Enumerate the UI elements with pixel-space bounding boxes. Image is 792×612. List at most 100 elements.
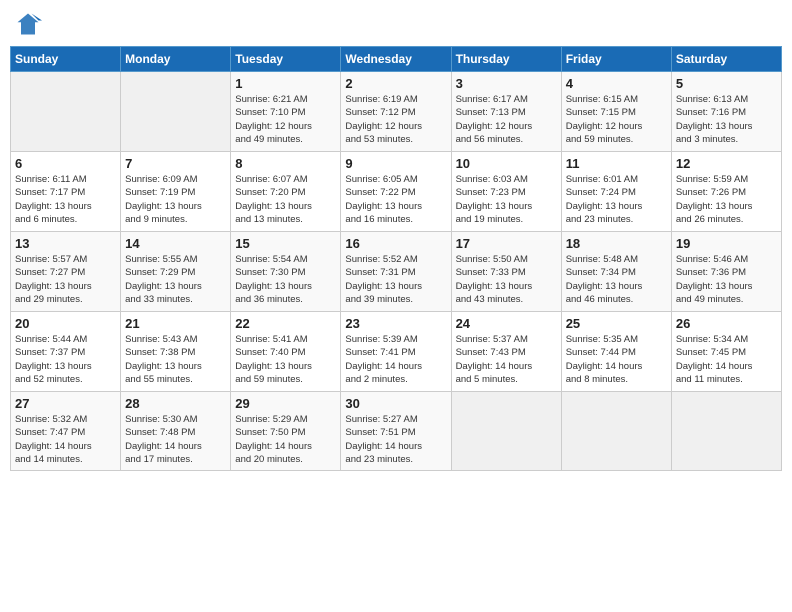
day-info: Sunrise: 6:19 AM Sunset: 7:12 PM Dayligh…: [345, 93, 446, 146]
day-info: Sunrise: 5:54 AM Sunset: 7:30 PM Dayligh…: [235, 253, 336, 306]
day-number: 24: [456, 316, 557, 331]
calendar-header-row: SundayMondayTuesdayWednesdayThursdayFrid…: [11, 47, 782, 72]
header-thursday: Thursday: [451, 47, 561, 72]
calendar-cell: 1 Sunrise: 6:21 AM Sunset: 7:10 PM Daylig…: [231, 72, 341, 152]
calendar-cell: 11Sunrise: 6:01 AM Sunset: 7:24 PM Dayli…: [561, 152, 671, 232]
calendar-cell: 18Sunrise: 5:48 AM Sunset: 7:34 PM Dayli…: [561, 232, 671, 312]
calendar-cell: 7 Sunrise: 6:09 AM Sunset: 7:19 PM Daylig…: [121, 152, 231, 232]
day-number: 1: [235, 76, 336, 91]
day-number: 22: [235, 316, 336, 331]
calendar-cell: 8 Sunrise: 6:07 AM Sunset: 7:20 PM Daylig…: [231, 152, 341, 232]
calendar-cell: 12Sunrise: 5:59 AM Sunset: 7:26 PM Dayli…: [671, 152, 781, 232]
day-info: Sunrise: 6:13 AM Sunset: 7:16 PM Dayligh…: [676, 93, 777, 146]
day-number: 4: [566, 76, 667, 91]
calendar-week-row: 13 Sunrise: 5:57 AM Sunset: 7:27 PM Dayli…: [11, 232, 782, 312]
day-number: 20: [15, 316, 116, 331]
calendar-cell: [121, 72, 231, 152]
day-info: Sunrise: 6:07 AM Sunset: 7:20 PM Dayligh…: [235, 173, 336, 226]
day-number: 30: [345, 396, 446, 411]
day-number: 7: [125, 156, 226, 171]
calendar-cell: 13 Sunrise: 5:57 AM Sunset: 7:27 PM Dayli…: [11, 232, 121, 312]
calendar-cell: 21 Sunrise: 5:43 AM Sunset: 7:38 PM Dayli…: [121, 312, 231, 392]
logo: [14, 10, 44, 38]
header-wednesday: Wednesday: [341, 47, 451, 72]
calendar-cell: 4 Sunrise: 6:15 AM Sunset: 7:15 PM Daylig…: [561, 72, 671, 152]
day-number: 17: [456, 236, 557, 251]
day-number: 3: [456, 76, 557, 91]
day-number: 23: [345, 316, 446, 331]
day-number: 5: [676, 76, 777, 91]
day-number: 21: [125, 316, 226, 331]
calendar-cell: 26 Sunrise: 5:34 AM Sunset: 7:45 PM Dayli…: [671, 312, 781, 392]
calendar-cell: 22Sunrise: 5:41 AM Sunset: 7:40 PM Dayli…: [231, 312, 341, 392]
calendar-cell: [561, 392, 671, 471]
calendar-cell: 9 Sunrise: 6:05 AM Sunset: 7:22 PM Daylig…: [341, 152, 451, 232]
header-friday: Friday: [561, 47, 671, 72]
header-tuesday: Tuesday: [231, 47, 341, 72]
day-number: 28: [125, 396, 226, 411]
day-number: 15: [235, 236, 336, 251]
calendar-week-row: 20 Sunrise: 5:44 AM Sunset: 7:37 PM Dayli…: [11, 312, 782, 392]
calendar-cell: 19 Sunrise: 5:46 AM Sunset: 7:36 PM Dayli…: [671, 232, 781, 312]
calendar-cell: 20 Sunrise: 5:44 AM Sunset: 7:37 PM Dayli…: [11, 312, 121, 392]
day-number: 12: [676, 156, 777, 171]
day-info: Sunrise: 5:34 AM Sunset: 7:45 PM Dayligh…: [676, 333, 777, 386]
calendar-cell: 17Sunrise: 5:50 AM Sunset: 7:33 PM Dayli…: [451, 232, 561, 312]
day-number: 6: [15, 156, 116, 171]
day-info: Sunrise: 5:30 AM Sunset: 7:48 PM Dayligh…: [125, 413, 226, 466]
day-info: Sunrise: 5:27 AM Sunset: 7:51 PM Dayligh…: [345, 413, 446, 466]
calendar-cell: [671, 392, 781, 471]
calendar-week-row: 6 Sunrise: 6:11 AM Sunset: 7:17 PM Daylig…: [11, 152, 782, 232]
page-header: [10, 10, 782, 38]
calendar-cell: 29 Sunrise: 5:29 AM Sunset: 7:50 PM Dayli…: [231, 392, 341, 471]
calendar-week-row: 1 Sunrise: 6:21 AM Sunset: 7:10 PM Daylig…: [11, 72, 782, 152]
day-info: Sunrise: 6:17 AM Sunset: 7:13 PM Dayligh…: [456, 93, 557, 146]
day-info: Sunrise: 5:32 AM Sunset: 7:47 PM Dayligh…: [15, 413, 116, 466]
calendar-week-row: 27 Sunrise: 5:32 AM Sunset: 7:47 PM Dayli…: [11, 392, 782, 471]
calendar-cell: [451, 392, 561, 471]
day-number: 18: [566, 236, 667, 251]
day-number: 27: [15, 396, 116, 411]
header-saturday: Saturday: [671, 47, 781, 72]
day-info: Sunrise: 6:03 AM Sunset: 7:23 PM Dayligh…: [456, 173, 557, 226]
calendar-cell: 28 Sunrise: 5:30 AM Sunset: 7:48 PM Dayli…: [121, 392, 231, 471]
day-number: 16: [345, 236, 446, 251]
day-info: Sunrise: 6:09 AM Sunset: 7:19 PM Dayligh…: [125, 173, 226, 226]
calendar-cell: 14 Sunrise: 5:55 AM Sunset: 7:29 PM Dayli…: [121, 232, 231, 312]
calendar-cell: 6 Sunrise: 6:11 AM Sunset: 7:17 PM Daylig…: [11, 152, 121, 232]
calendar-cell: 2Sunrise: 6:19 AM Sunset: 7:12 PM Daylig…: [341, 72, 451, 152]
day-info: Sunrise: 5:55 AM Sunset: 7:29 PM Dayligh…: [125, 253, 226, 306]
calendar-cell: 23 Sunrise: 5:39 AM Sunset: 7:41 PM Dayli…: [341, 312, 451, 392]
calendar-cell: 3 Sunrise: 6:17 AM Sunset: 7:13 PM Daylig…: [451, 72, 561, 152]
day-info: Sunrise: 5:57 AM Sunset: 7:27 PM Dayligh…: [15, 253, 116, 306]
day-number: 25: [566, 316, 667, 331]
day-number: 13: [15, 236, 116, 251]
calendar-cell: [11, 72, 121, 152]
day-number: 9: [345, 156, 446, 171]
day-info: Sunrise: 5:52 AM Sunset: 7:31 PM Dayligh…: [345, 253, 446, 306]
calendar-cell: 15 Sunrise: 5:54 AM Sunset: 7:30 PM Dayli…: [231, 232, 341, 312]
day-number: 19: [676, 236, 777, 251]
calendar-cell: 27 Sunrise: 5:32 AM Sunset: 7:47 PM Dayli…: [11, 392, 121, 471]
header-sunday: Sunday: [11, 47, 121, 72]
day-info: Sunrise: 5:29 AM Sunset: 7:50 PM Dayligh…: [235, 413, 336, 466]
day-number: 29: [235, 396, 336, 411]
day-info: Sunrise: 6:05 AM Sunset: 7:22 PM Dayligh…: [345, 173, 446, 226]
day-info: Sunrise: 6:01 AM Sunset: 7:24 PM Dayligh…: [566, 173, 667, 226]
day-info: Sunrise: 5:43 AM Sunset: 7:38 PM Dayligh…: [125, 333, 226, 386]
day-number: 26: [676, 316, 777, 331]
day-info: Sunrise: 5:46 AM Sunset: 7:36 PM Dayligh…: [676, 253, 777, 306]
header-monday: Monday: [121, 47, 231, 72]
day-info: Sunrise: 6:21 AM Sunset: 7:10 PM Dayligh…: [235, 93, 336, 146]
day-number: 8: [235, 156, 336, 171]
day-info: Sunrise: 6:11 AM Sunset: 7:17 PM Dayligh…: [15, 173, 116, 226]
day-info: Sunrise: 5:37 AM Sunset: 7:43 PM Dayligh…: [456, 333, 557, 386]
day-info: Sunrise: 5:39 AM Sunset: 7:41 PM Dayligh…: [345, 333, 446, 386]
day-number: 14: [125, 236, 226, 251]
day-info: Sunrise: 5:44 AM Sunset: 7:37 PM Dayligh…: [15, 333, 116, 386]
calendar-cell: 16 Sunrise: 5:52 AM Sunset: 7:31 PM Dayli…: [341, 232, 451, 312]
calendar-cell: 10Sunrise: 6:03 AM Sunset: 7:23 PM Dayli…: [451, 152, 561, 232]
day-info: Sunrise: 6:15 AM Sunset: 7:15 PM Dayligh…: [566, 93, 667, 146]
calendar-cell: 25Sunrise: 5:35 AM Sunset: 7:44 PM Dayli…: [561, 312, 671, 392]
calendar-cell: 24 Sunrise: 5:37 AM Sunset: 7:43 PM Dayli…: [451, 312, 561, 392]
